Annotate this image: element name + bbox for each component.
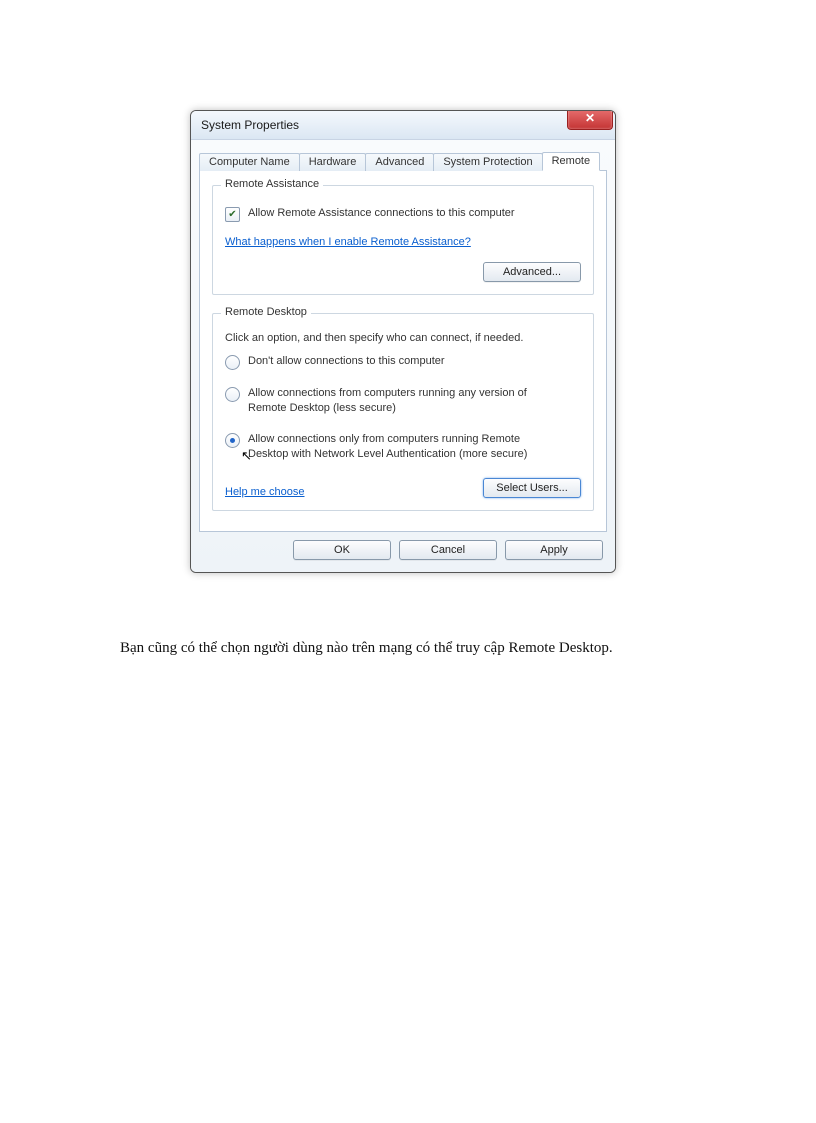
radio-allow-nla[interactable] [225, 433, 240, 448]
checkbox-allow-assistance-label: Allow Remote Assistance connections to t… [248, 206, 515, 221]
link-help-me-choose[interactable]: Help me choose [225, 486, 305, 498]
group-title-desktop: Remote Desktop [221, 306, 311, 318]
radio-dont-allow-label: Don't allow connections to this computer [248, 354, 445, 369]
group-title-assistance: Remote Assistance [221, 178, 323, 190]
dialog-client-area: Computer Name Hardware Advanced System P… [191, 140, 615, 572]
cursor-icon: ↖ [241, 448, 252, 464]
tab-remote[interactable]: Remote [542, 152, 601, 171]
close-button[interactable]: ✕ [567, 110, 613, 130]
tab-advanced[interactable]: Advanced [365, 153, 434, 171]
window-title: System Properties [201, 118, 299, 132]
close-icon: ✕ [585, 111, 595, 125]
group-remote-desktop: Remote Desktop Click an option, and then… [212, 313, 594, 511]
tab-computer-name[interactable]: Computer Name [199, 153, 300, 171]
group-remote-assistance: Remote Assistance ✔ Allow Remote Assista… [212, 185, 594, 295]
radio-dont-allow[interactable] [225, 355, 240, 370]
radio-allow-any[interactable] [225, 387, 240, 402]
radio-dot-icon [230, 438, 235, 443]
button-cancel[interactable]: Cancel [399, 540, 497, 560]
dialog-buttons: OK Cancel Apply [199, 532, 607, 562]
system-properties-dialog: System Properties ✕ Computer Name Hardwa… [190, 110, 616, 573]
button-advanced[interactable]: Advanced... [483, 262, 581, 282]
tab-system-protection[interactable]: System Protection [433, 153, 542, 171]
radio-allow-nla-label: Allow connections only from computers ru… [248, 432, 558, 462]
check-icon: ✔ [228, 210, 236, 220]
button-select-users[interactable]: Select Users... [483, 478, 581, 498]
tab-panel-remote: Remote Assistance ✔ Allow Remote Assista… [199, 171, 607, 532]
page-caption: Bạn cũng có thể chọn người dùng nào trên… [120, 640, 613, 657]
titlebar[interactable]: System Properties ✕ [191, 111, 615, 140]
link-what-happens-assistance[interactable]: What happens when I enable Remote Assist… [225, 236, 471, 248]
checkbox-allow-assistance[interactable]: ✔ [225, 207, 240, 222]
button-ok[interactable]: OK [293, 540, 391, 560]
tab-hardware[interactable]: Hardware [299, 153, 367, 171]
tabstrip: Computer Name Hardware Advanced System P… [199, 148, 607, 171]
button-apply[interactable]: Apply [505, 540, 603, 560]
radio-allow-any-label: Allow connections from computers running… [248, 386, 558, 416]
remote-desktop-instruction: Click an option, and then specify who ca… [225, 332, 581, 344]
